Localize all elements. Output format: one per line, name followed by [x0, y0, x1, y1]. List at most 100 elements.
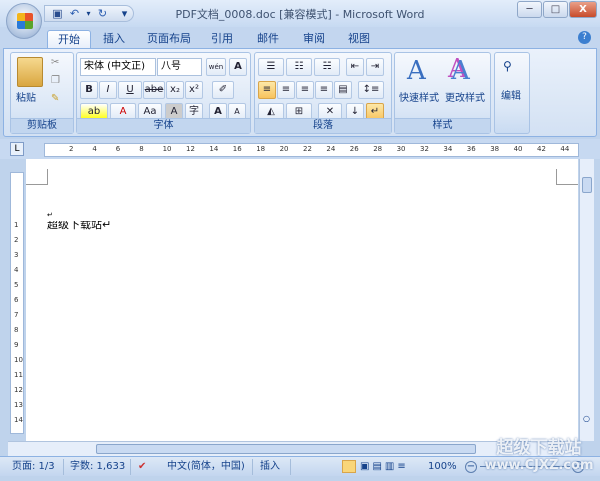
font-group: 宋体 (中文正) 八号 wén A B I U abe x₂ x² ✐ ab A…	[76, 52, 251, 134]
ribbon-tabs: 开始 插入 页面布局 引用 邮件 审阅 视图 ?	[0, 27, 600, 49]
numbering-icon[interactable]: ☷	[286, 58, 312, 76]
quick-styles-icon[interactable]: A	[407, 56, 426, 86]
ruler-tick: 11	[14, 371, 23, 379]
language-indicator[interactable]: 中文(简体，中国)	[167, 460, 245, 474]
insert-mode[interactable]: 插入	[260, 460, 280, 474]
font-name-combo[interactable]: 宋体 (中文正)	[80, 58, 156, 76]
ruler-tick: 2	[14, 236, 19, 244]
cut-icon[interactable]: ✂	[51, 57, 59, 68]
underline-button[interactable]: U	[118, 81, 142, 99]
tab-mailings[interactable]: 邮件	[247, 30, 289, 49]
redo-icon[interactable]: ↻	[95, 7, 110, 21]
horizontal-ruler[interactable]: 2 4 6 8 10 12 14 16 18 20 22 24 26 28 30 32 34 36 38 40 42 44	[44, 143, 579, 157]
clipboard-label: 剪贴板	[11, 118, 73, 133]
ruler-tick: 28	[373, 145, 383, 153]
bullets-icon[interactable]: ☰	[258, 58, 284, 76]
ruler-tick: 9	[14, 341, 19, 349]
h-scroll-thumb[interactable]	[96, 444, 476, 454]
ruler-tick: 14	[209, 145, 219, 153]
close-button[interactable]: X	[569, 1, 597, 18]
font-size-combo[interactable]: 八号	[157, 58, 202, 76]
maximize-button[interactable]: □	[543, 1, 568, 18]
paragraph-group: ☰ ☷ ☵ ⇤ ⇥ ≡ ≡ ≡ ≡ ▤ ↕≡ ◭ ⊞ ✕ ↓ ↵ 段落	[254, 52, 392, 134]
ruler-tick: 8	[14, 326, 19, 334]
vertical-ruler[interactable]: 1 2 3 4 5 6 7 8 9 10 11 12 13 14	[10, 172, 24, 434]
strikethrough-button[interactable]: abe	[143, 81, 165, 99]
copy-icon[interactable]: ❐	[51, 75, 60, 86]
ruler-tick: 10	[14, 356, 23, 364]
ruler-tick: 8	[139, 145, 144, 153]
browse-object-icon[interactable]: ○	[583, 414, 590, 423]
distributed-icon[interactable]: ▤	[334, 81, 352, 99]
ruler-tick: 4	[14, 266, 19, 274]
zoom-out-icon[interactable]: −	[465, 461, 477, 473]
ruler-tick: 12	[186, 145, 195, 153]
styles-group: A A 快速样式 更改样式 样式	[394, 52, 491, 134]
ruler-tick: 13	[14, 401, 23, 409]
phonetic-guide-button[interactable]: wén	[206, 58, 226, 76]
char-border-button[interactable]: A	[229, 58, 247, 76]
tab-insert[interactable]: 插入	[93, 30, 135, 49]
change-styles-button[interactable]: 更改样式	[445, 89, 485, 104]
print-layout-icon[interactable]	[342, 460, 356, 473]
zoom-level[interactable]: 100%	[428, 460, 457, 474]
editing-group: ⚲ 编辑	[494, 52, 530, 134]
multilevel-list-icon[interactable]: ☵	[314, 58, 340, 76]
align-right-icon[interactable]: ≡	[296, 81, 314, 99]
change-styles-icon[interactable]: A	[451, 56, 470, 86]
quick-access-toolbar: ▣ ↶ ▾ ↻ ▾	[44, 5, 134, 22]
clipboard-group: 粘贴 ✂ ❐ ✎ 剪贴板	[10, 52, 74, 134]
justify-icon[interactable]: ≡	[315, 81, 333, 99]
ruler-tick: 40	[513, 145, 523, 153]
ruler-tick: 44	[560, 145, 570, 153]
quick-styles-button[interactable]: 快速样式	[399, 89, 439, 104]
bold-button[interactable]: B	[80, 81, 98, 99]
customize-qat-button[interactable]: ▾	[117, 7, 132, 21]
tab-home[interactable]: 开始	[47, 30, 91, 49]
tab-page-layout[interactable]: 页面布局	[137, 30, 201, 49]
page-count[interactable]: 页面: 1/3	[12, 460, 55, 474]
italic-button[interactable]: I	[99, 81, 117, 99]
increase-indent-icon[interactable]: ⇥	[366, 58, 384, 76]
proofing-icon[interactable]: ✔	[138, 460, 146, 474]
line-spacing-icon[interactable]: ↕≡	[358, 81, 384, 99]
ruler-tick: 14	[14, 416, 23, 424]
ruler-tick: 6	[14, 296, 19, 304]
ruler-tick: 1	[14, 221, 19, 229]
watermark: 超级下载站 www.CJXZ.com	[478, 438, 600, 478]
document-page[interactable]: ↵ 超级下载站↵	[26, 159, 578, 441]
tab-selector-icon[interactable]: L	[10, 142, 24, 156]
ruler-tick: 38	[490, 145, 500, 153]
vertical-scrollbar[interactable]: ○	[579, 159, 594, 441]
ruler-tick: 16	[232, 145, 242, 153]
ruler-tick: 18	[256, 145, 266, 153]
align-center-icon[interactable]: ≡	[277, 81, 295, 99]
margin-corner	[26, 169, 48, 185]
decrease-indent-icon[interactable]: ⇤	[346, 58, 364, 76]
minimize-button[interactable]: ─	[517, 1, 542, 18]
help-icon[interactable]: ?	[578, 31, 591, 44]
paragraph-mark: ↵	[47, 211, 53, 219]
subscript-button[interactable]: x₂	[166, 81, 184, 99]
view-buttons-icon[interactable]: ▣▤▥≡	[360, 460, 409, 474]
tab-view[interactable]: 视图	[338, 30, 380, 49]
format-painter-icon[interactable]: ✎	[51, 93, 59, 104]
margin-corner	[556, 169, 578, 185]
scroll-thumb[interactable]	[582, 177, 592, 193]
office-button[interactable]	[6, 3, 42, 39]
align-left-icon[interactable]: ≡	[258, 81, 276, 99]
editing-button[interactable]: 编辑	[501, 87, 521, 102]
superscript-button[interactable]: x²	[185, 81, 203, 99]
ruler-tick: 20	[279, 145, 289, 153]
ruler-tick: 36	[466, 145, 476, 153]
clear-formatting-icon[interactable]: ✐	[212, 81, 234, 99]
undo-icon[interactable]: ↶	[67, 7, 82, 21]
save-icon[interactable]: ▣	[50, 7, 65, 21]
tab-review[interactable]: 审阅	[293, 30, 335, 49]
word-count[interactable]: 字数: 1,633	[70, 460, 125, 474]
paste-button[interactable]: 粘贴	[16, 89, 36, 104]
find-icon[interactable]: ⚲	[503, 59, 512, 73]
tab-references[interactable]: 引用	[201, 30, 243, 49]
undo-dropdown-icon[interactable]: ▾	[81, 7, 96, 21]
paste-icon[interactable]	[17, 57, 43, 87]
